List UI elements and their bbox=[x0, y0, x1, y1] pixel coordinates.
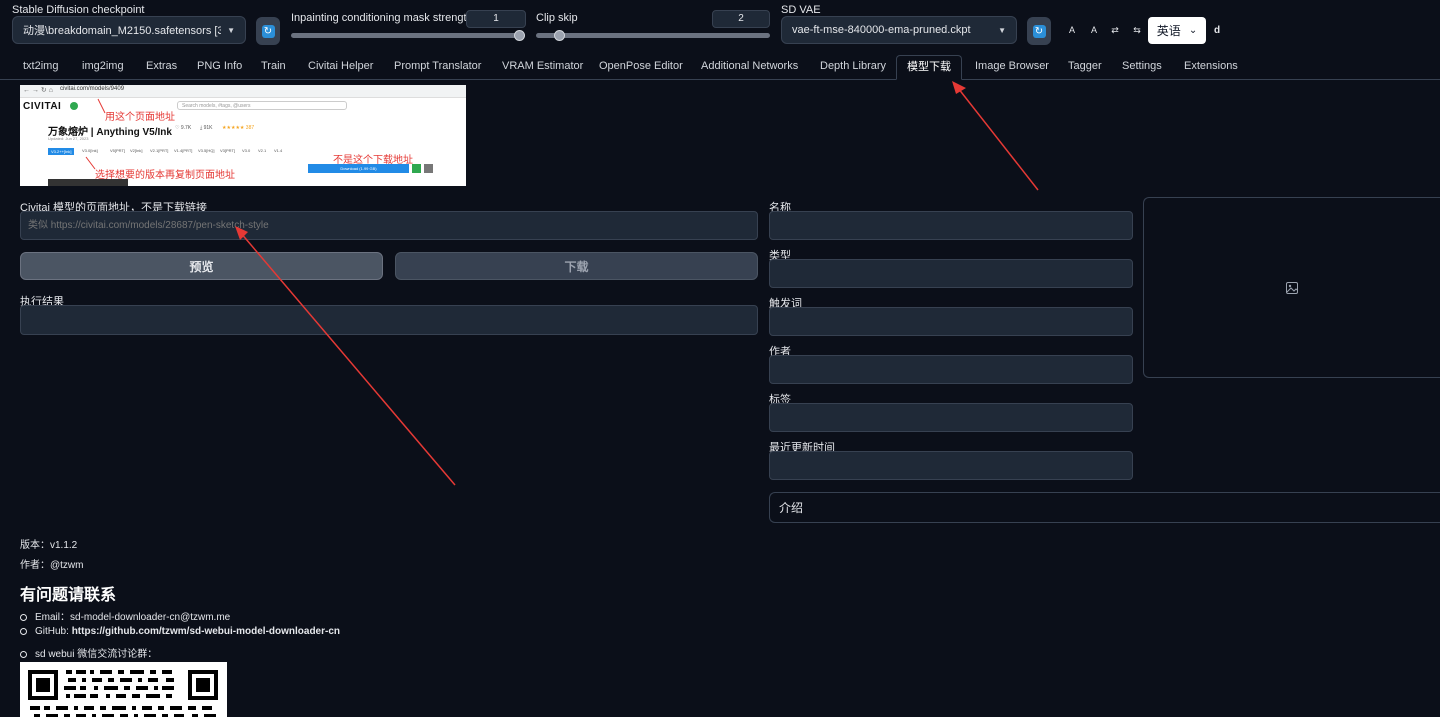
arrowhead-icon bbox=[952, 81, 966, 94]
chevron-down-icon: ⌄ bbox=[1188, 25, 1198, 36]
font-increase-icon[interactable]: A bbox=[1065, 25, 1079, 35]
intro-label: 介绍 bbox=[779, 501, 804, 515]
version-label: 版本： bbox=[20, 540, 50, 551]
bullet-icon bbox=[20, 627, 27, 635]
sd-vae-value: vae-ft-mse-840000-ema-pruned.ckpt bbox=[792, 24, 971, 36]
guide-image: ← → ↻ ⌂ civitai.com/models/9409 CIVITAI … bbox=[20, 85, 466, 186]
tab-train[interactable]: Train bbox=[261, 60, 286, 72]
swap-alt-icon[interactable]: ⇆ bbox=[1130, 25, 1144, 36]
updated-time-field bbox=[769, 451, 1133, 480]
wechat-qr-code bbox=[20, 662, 227, 717]
tab-vram-estimator[interactable]: VRAM Estimator bbox=[502, 60, 583, 72]
slider-handle[interactable] bbox=[553, 30, 565, 41]
type-field bbox=[769, 259, 1133, 288]
tab-txt2img[interactable]: txt2img bbox=[23, 60, 58, 72]
tab-civitai-helper[interactable]: Civitai Helper bbox=[308, 60, 373, 72]
slider-track bbox=[291, 33, 525, 38]
language-select[interactable]: 英语 ⌄ bbox=[1148, 17, 1206, 44]
tab-additional-networks[interactable]: Additional Networks bbox=[701, 60, 798, 72]
name-field bbox=[769, 211, 1133, 240]
trigger-words-field bbox=[769, 307, 1133, 336]
result-output bbox=[20, 305, 758, 335]
author-line-label: 作者： bbox=[20, 560, 50, 571]
contact-heading: 有问题请联系 bbox=[20, 587, 117, 604]
swap-icon[interactable]: ⇄ bbox=[1108, 25, 1122, 36]
refresh-icon: ↻ bbox=[261, 24, 275, 38]
wechat-label: sd webui 微信交流讨论群： bbox=[35, 649, 158, 660]
guide-annotation-arrows bbox=[85, 98, 106, 170]
checkpoint-label: Stable Diffusion checkpoint bbox=[12, 4, 145, 16]
tab-depth-library[interactable]: Depth Library bbox=[820, 60, 886, 72]
email-link[interactable]: sd-model-downloader-cn@tzwm.me bbox=[70, 612, 230, 623]
language-value: 英语 bbox=[1156, 24, 1181, 38]
github-label: GitHub: bbox=[35, 626, 72, 637]
bullet-icon bbox=[20, 613, 27, 621]
intro-accordion[interactable]: 介绍 bbox=[769, 492, 1440, 523]
chevron-down-icon: ▼ bbox=[227, 25, 235, 35]
version-line: 版本：v1.1.2 bbox=[20, 536, 77, 551]
refresh-vae-button[interactable]: ↻ bbox=[1027, 17, 1051, 45]
url-input[interactable] bbox=[20, 211, 758, 240]
tab-img2img[interactable]: img2img bbox=[82, 60, 124, 72]
tab-png-info[interactable]: PNG Info bbox=[197, 60, 242, 72]
clip-skip-label: Clip skip bbox=[536, 12, 578, 24]
github-link[interactable]: https://github.com/tzwm/sd-webui-model-d… bbox=[72, 626, 340, 637]
contact-email: Email：sd-model-downloader-cn@tzwm.me bbox=[20, 608, 230, 623]
trailing-text: d bbox=[1214, 25, 1221, 36]
email-label: Email： bbox=[35, 612, 71, 623]
tab-image-browser[interactable]: Image Browser bbox=[975, 60, 1049, 72]
inpaint-strength-input[interactable]: 1 bbox=[466, 10, 526, 28]
chevron-down-icon: ▼ bbox=[998, 25, 1006, 35]
preview-button[interactable]: 预览 bbox=[20, 252, 383, 280]
qr-code-graphic bbox=[28, 670, 218, 717]
bullet-icon bbox=[20, 650, 27, 658]
download-button[interactable]: 下载 bbox=[395, 252, 758, 280]
checkpoint-value: 动漫\breakdomain_M2150.safetensors [364a13… bbox=[23, 25, 221, 37]
tab-prompt-translator[interactable]: Prompt Translator bbox=[394, 60, 481, 72]
tags-field bbox=[769, 403, 1133, 432]
version-value: v1.1.2 bbox=[50, 540, 78, 551]
font-decrease-icon[interactable]: A bbox=[1087, 25, 1101, 35]
author-handle: @tzwm bbox=[50, 560, 84, 571]
arrow-to-tab bbox=[957, 87, 1039, 191]
tab-settings[interactable]: Settings bbox=[1122, 60, 1162, 72]
tab-extensions[interactable]: Extensions bbox=[1184, 60, 1238, 72]
sd-vae-label: SD VAE bbox=[781, 4, 821, 16]
tab-openpose-editor[interactable]: OpenPose Editor bbox=[599, 60, 683, 72]
inpaint-strength-label: Inpainting conditioning mask strength bbox=[291, 12, 473, 24]
checkpoint-dropdown[interactable]: 动漫\breakdomain_M2150.safetensors [364a13… bbox=[12, 16, 246, 44]
author-field bbox=[769, 355, 1133, 384]
tab-model-download[interactable]: 模型下载 bbox=[896, 55, 962, 80]
contact-wechat: sd webui 微信交流讨论群： bbox=[20, 645, 157, 660]
inpaint-strength-slider[interactable] bbox=[291, 30, 525, 41]
image-placeholder-icon bbox=[1286, 281, 1298, 294]
tab-tagger[interactable]: Tagger bbox=[1068, 60, 1102, 72]
clip-skip-input[interactable]: 2 bbox=[712, 10, 770, 28]
slider-track bbox=[536, 33, 770, 38]
slider-handle[interactable] bbox=[514, 30, 525, 41]
tab-extras[interactable]: Extras bbox=[146, 60, 177, 72]
refresh-checkpoint-button[interactable]: ↻ bbox=[256, 17, 280, 45]
clip-skip-slider[interactable] bbox=[536, 30, 770, 41]
sd-vae-dropdown[interactable]: vae-ft-mse-840000-ema-pruned.ckpt ▼ bbox=[781, 16, 1017, 44]
tab-bar: txt2img img2img Extras PNG Info Train Ci… bbox=[0, 55, 1440, 80]
model-preview-image bbox=[1143, 197, 1440, 378]
contact-github: GitHub: https://github.com/tzwm/sd-webui… bbox=[20, 626, 340, 637]
author-line: 作者：@tzwm bbox=[20, 556, 83, 571]
refresh-icon: ↻ bbox=[1032, 24, 1046, 38]
